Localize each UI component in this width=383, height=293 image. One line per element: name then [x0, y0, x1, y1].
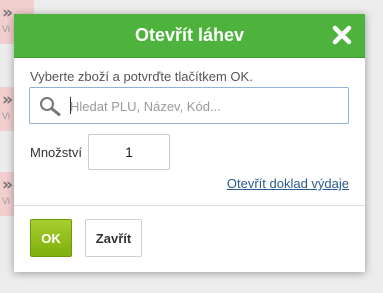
quantity-label: Množství [30, 145, 83, 160]
instruction-text: Vyberte zboží a potvrďte tlačítkem OK. [30, 69, 253, 84]
search-input[interactable] [70, 96, 340, 116]
divider [14, 205, 365, 206]
open-receipt-link[interactable]: Otevřít doklad výdaje [227, 176, 349, 191]
search-icon [40, 97, 61, 116]
quantity-input[interactable] [88, 134, 170, 170]
close-button[interactable]: Zavřít [85, 219, 142, 257]
background-tile-label: Vi [2, 196, 10, 206]
chevron-right-icon: » [2, 175, 13, 195]
text-caret [70, 97, 71, 114]
dialog-title: Otevřít láhev [134, 25, 245, 45]
search-box[interactable] [29, 87, 349, 124]
background-tile-label: Vi [2, 111, 10, 121]
chevron-right-icon: » [2, 3, 13, 23]
ok-button[interactable]: OK [30, 219, 72, 257]
close-x-icon[interactable] [329, 22, 355, 48]
dialog-header: Otevřít láhev [14, 14, 365, 58]
open-bottle-dialog: Otevřít láhev Vyberte zboží a potvrďte t… [14, 14, 365, 272]
chevron-right-icon: » [2, 90, 13, 110]
background-tile-label: Vi [2, 24, 10, 34]
